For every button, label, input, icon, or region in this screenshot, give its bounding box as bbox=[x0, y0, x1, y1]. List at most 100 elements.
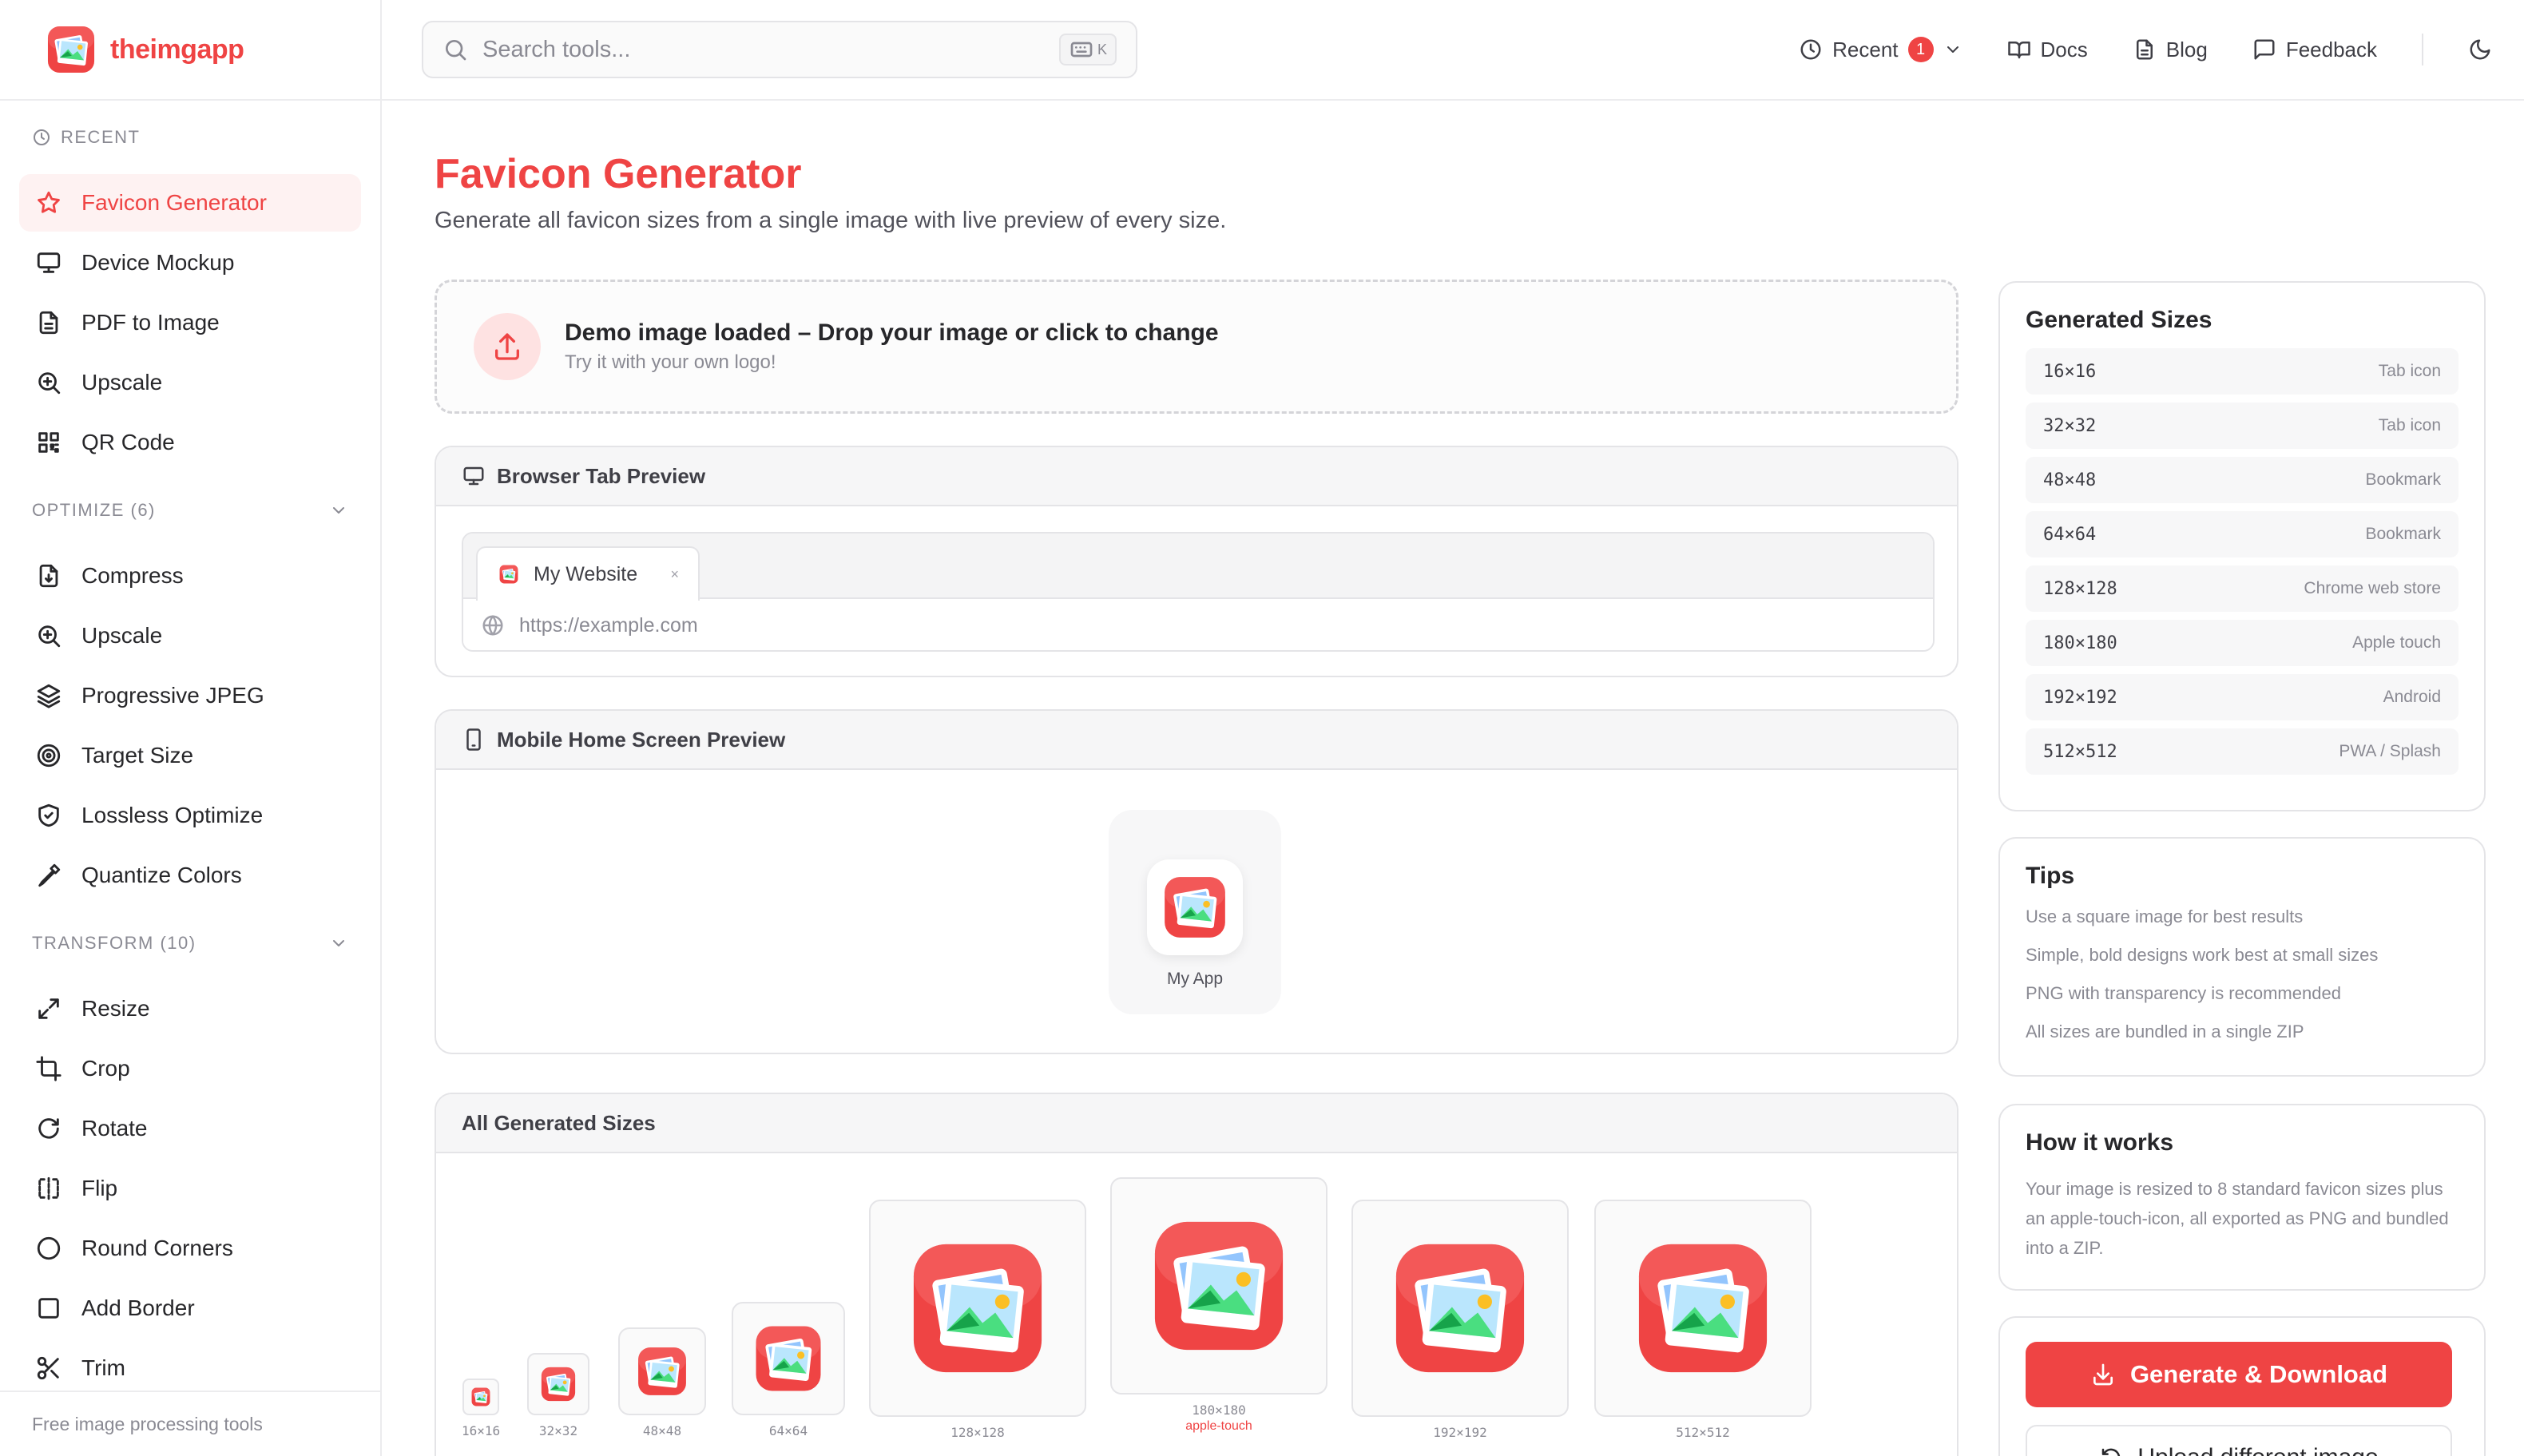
upload-icon bbox=[495, 333, 519, 360]
sidebar-item-label: Round Corners bbox=[81, 1236, 233, 1260]
tips-list: Use a square image for best results Simp… bbox=[2026, 906, 2459, 1043]
sidebar-item-progressive-jpeg[interactable]: Progressive JPEG bbox=[19, 667, 361, 724]
zoom-in-icon bbox=[38, 625, 61, 648]
docs-link[interactable]: Docs bbox=[2007, 38, 2088, 62]
tip-item: Use a square image for best results bbox=[2026, 907, 2304, 926]
brand[interactable]: theimgapp bbox=[0, 0, 380, 101]
size-box bbox=[618, 1327, 706, 1415]
sidebar-item-lossless-optimize[interactable]: Lossless Optimize bbox=[19, 787, 361, 844]
tip-item: All sizes are bundled in a single ZIP bbox=[2026, 1022, 2304, 1041]
sidebar-item-compress[interactable]: Compress bbox=[19, 547, 361, 605]
tip-item: Simple, bold designs work best at small … bbox=[2026, 945, 2379, 965]
sidebar-heading-recent: RECENT bbox=[19, 101, 361, 174]
sidebar-item-favicon-generator[interactable]: Favicon Generator bbox=[19, 174, 361, 232]
size-usage: Chrome web store bbox=[2304, 579, 2441, 597]
search-shortcut-key: K bbox=[1097, 41, 1107, 58]
search-input[interactable] bbox=[482, 36, 1045, 63]
list-item: 180×180 Apple touch bbox=[2026, 620, 2459, 666]
sidebar-group-transform-toggle[interactable]: TRANSFORM (10) bbox=[19, 907, 361, 980]
target-icon bbox=[37, 744, 61, 768]
how-it-works-card: How it works Your image is resized to 8 … bbox=[1998, 1104, 2486, 1291]
browser-tab[interactable]: My Website × bbox=[476, 546, 700, 601]
sidebar-item-label: Flip bbox=[81, 1176, 118, 1200]
size-sublabel: apple-touch bbox=[1185, 1419, 1252, 1433]
favicon-image-icon bbox=[1146, 1213, 1292, 1359]
sidebar-heading-label: TRANSFORM (10) bbox=[32, 933, 196, 953]
size-preview-128: 128×128 bbox=[869, 1200, 1086, 1440]
size-preview-192: 192×192 bbox=[1351, 1200, 1569, 1440]
size-dimension: 16×16 bbox=[2043, 361, 2097, 382]
list-item: 64×64 Bookmark bbox=[2026, 511, 2459, 557]
size-dimension: 48×48 bbox=[2043, 470, 2097, 490]
sidebar-item-add-border[interactable]: Add Border bbox=[19, 1279, 361, 1337]
sidebar-item-label: Upscale bbox=[81, 370, 163, 395]
sidebar-item-label: Upscale bbox=[81, 623, 163, 648]
upload-subtitle: Try it with your own logo! bbox=[565, 351, 776, 373]
scissors-icon bbox=[37, 1356, 59, 1380]
generate-download-button[interactable]: Generate & Download bbox=[2026, 1342, 2452, 1407]
feedback-label: Feedback bbox=[2285, 37, 2377, 61]
browser-url-bar: https://example.com bbox=[463, 599, 1933, 650]
sidebar-item-crop[interactable]: Crop bbox=[19, 1040, 361, 1097]
sidebar-item-quantize-colors[interactable]: Quantize Colors bbox=[19, 847, 361, 904]
upload-dropzone[interactable]: Demo image loaded – Drop your image or c… bbox=[435, 280, 1958, 414]
recent-menu-button[interactable]: Recent 1 bbox=[1799, 37, 1962, 62]
size-preview-48: 48×48 bbox=[618, 1327, 706, 1438]
sidebar-nav[interactable]: RECENT Favicon Generator Device Mockup P… bbox=[0, 101, 380, 1391]
tips-card: Tips Use a square image for best results… bbox=[1998, 837, 2486, 1077]
sidebar-item-qr-code[interactable]: QR Code bbox=[19, 414, 361, 471]
size-label: 48×48 bbox=[642, 1423, 682, 1438]
sidebar-item-flip[interactable]: Flip bbox=[19, 1160, 361, 1217]
sidebar-item-label: Resize bbox=[81, 996, 150, 1021]
moon-icon bbox=[2470, 39, 2490, 60]
circle-icon bbox=[37, 1236, 61, 1260]
size-preview-32: 32×32 bbox=[527, 1353, 589, 1438]
page-subtitle: Generate all favicon sizes from a single… bbox=[435, 208, 1227, 233]
size-usage: Tab icon bbox=[2378, 416, 2441, 434]
list-item: 128×128 Chrome web store bbox=[2026, 565, 2459, 612]
feedback-link[interactable]: Feedback bbox=[2252, 38, 2377, 62]
sidebar-section-optimize: OPTIMIZE (6) Compress Upscale Progressiv… bbox=[0, 474, 380, 904]
sidebar-item-upscale-2[interactable]: Upscale bbox=[19, 607, 361, 665]
size-label: 180×180 bbox=[1192, 1402, 1246, 1418]
blog-link[interactable]: Blog bbox=[2133, 38, 2208, 62]
size-usage: PWA / Splash bbox=[2339, 742, 2441, 760]
sidebar-item-resize[interactable]: Resize bbox=[19, 980, 361, 1037]
sidebar-item-rotate[interactable]: Rotate bbox=[19, 1100, 361, 1157]
sidebar-item-trim[interactable]: Trim bbox=[19, 1339, 361, 1391]
browser-tab-strip: My Website × bbox=[463, 534, 1933, 601]
download-icon bbox=[2093, 1363, 2113, 1386]
card-title: Mobile Home Screen Preview bbox=[497, 727, 786, 752]
docs-label: Docs bbox=[2040, 37, 2088, 61]
browser-url: https://example.com bbox=[519, 613, 698, 637]
favicon-image-icon bbox=[1387, 1236, 1533, 1381]
size-dimension: 180×180 bbox=[2043, 633, 2117, 653]
generate-download-label: Generate & Download bbox=[2129, 1360, 2388, 1388]
upload-icon-wrapper bbox=[474, 313, 541, 380]
brand-logo-icon bbox=[45, 23, 97, 76]
size-box bbox=[1594, 1200, 1812, 1417]
browser-mock: My Website × https://example.com bbox=[462, 532, 1935, 652]
upload-different-image-button[interactable]: Upload different image bbox=[2026, 1425, 2452, 1456]
file-text-icon bbox=[2136, 39, 2153, 60]
sidebar-footer: Free image processing tools bbox=[0, 1391, 380, 1456]
monitor-icon bbox=[463, 466, 484, 486]
sidebar: theimgapp RECENT Favicon Generator Devic… bbox=[0, 0, 382, 1456]
sidebar-item-device-mockup[interactable]: Device Mockup bbox=[19, 234, 361, 292]
size-label: 32×32 bbox=[538, 1423, 578, 1438]
sidebar-item-pdf-to-image[interactable]: PDF to Image bbox=[19, 294, 361, 351]
close-icon[interactable]: × bbox=[670, 566, 679, 583]
actions-card: Generate & Download Upload different ima… bbox=[1998, 1316, 2486, 1456]
sidebar-item-upscale[interactable]: Upscale bbox=[19, 354, 361, 411]
sidebar-group-optimize-toggle[interactable]: OPTIMIZE (6) bbox=[19, 474, 361, 547]
clock-icon bbox=[34, 129, 50, 145]
sidebar-item-label: Rotate bbox=[81, 1116, 148, 1141]
search-icon bbox=[446, 40, 466, 61]
command-icon bbox=[1070, 42, 1093, 58]
sidebar-item-label: Lossless Optimize bbox=[81, 803, 264, 827]
search-box[interactable]: K bbox=[422, 21, 1137, 78]
theme-toggle-button[interactable] bbox=[2468, 38, 2492, 61]
sidebar-item-round-corners[interactable]: Round Corners bbox=[19, 1220, 361, 1277]
sidebar-item-target-size[interactable]: Target Size bbox=[19, 727, 361, 784]
favicon-image-icon bbox=[905, 1236, 1050, 1381]
